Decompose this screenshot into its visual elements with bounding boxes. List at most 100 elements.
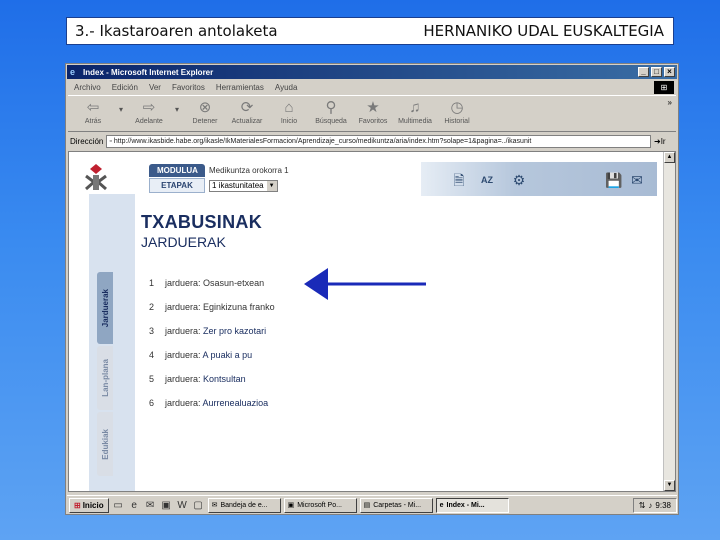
slide-title-bar: 3.- Ikastaroaren antolaketa HERNANIKO UD…: [66, 17, 674, 45]
favorites-icon: ★: [366, 99, 380, 116]
home-icon: ⌂: [284, 99, 294, 116]
stage-selector: ETAPAK 1 ikastunitatea ▼: [149, 178, 278, 193]
task-powerpoint[interactable]: ▣ Microsoft Po...: [283, 497, 357, 513]
home-button[interactable]: ⌂ Inicio: [268, 96, 310, 125]
header-banner: 🗎 AZ ⚙ 💾 ✉: [421, 162, 657, 196]
ie-icon: e: [439, 501, 444, 509]
search-icon: ⚲: [325, 99, 337, 116]
back-button[interactable]: ⇦ Atrás: [72, 96, 114, 125]
back-dropdown-icon[interactable]: ▾: [114, 96, 128, 114]
refresh-button[interactable]: ⟳ Actualizar: [226, 96, 268, 125]
address-label: Dirección: [70, 136, 104, 146]
word-icon[interactable]: W: [176, 499, 189, 512]
task-folders[interactable]: ▤ Carpetas - Mi...: [359, 497, 433, 513]
menu-ayuda[interactable]: Ayuda: [275, 83, 298, 92]
menu-ver[interactable]: Ver: [149, 83, 161, 92]
go-button[interactable]: ➜Ir: [654, 137, 676, 146]
search-button[interactable]: ⚲ Búsqueda: [310, 96, 352, 125]
window-title: Index - Microsoft Internet Explorer: [83, 67, 214, 77]
tab-jarduerak[interactable]: Jarduerak: [97, 272, 113, 344]
module-selector: MODULUA Medikuntza orokorra 1: [149, 164, 289, 177]
close-button[interactable]: ×: [664, 67, 675, 77]
menu-favoritos[interactable]: Favoritos: [172, 83, 205, 92]
menu-edicion[interactable]: Edición: [112, 83, 138, 92]
menu-herramientas[interactable]: Herramientas: [216, 83, 264, 92]
stage-label: ETAPAK: [149, 178, 205, 193]
stop-icon: ⊗: [198, 99, 212, 116]
activity-link[interactable]: Aurrenealuazioa: [203, 398, 269, 408]
list-item[interactable]: 5 jarduera: Kontsultan: [149, 374, 349, 384]
history-icon: ◷: [450, 99, 464, 116]
stage-dropdown[interactable]: 1 ikastunitatea ▼: [209, 179, 278, 192]
task-outlook[interactable]: ✉ Bandeja de e...: [207, 497, 281, 513]
windows-taskbar: ⊞ Inicio ▭ e ✉ ▣ W ▢ ✉ Bandeja de e... ▣…: [67, 495, 677, 514]
page-icon: ▫: [109, 137, 112, 145]
start-button[interactable]: ⊞ Inicio: [69, 497, 109, 513]
refresh-icon: ⟳: [240, 99, 254, 116]
list-item[interactable]: 3 jarduera: Zer pro kazotari: [149, 326, 349, 336]
address-value: http://www.ikasbide.habe.org/ikasle/IkMa…: [113, 137, 532, 145]
scroll-down-icon[interactable]: ▼: [664, 480, 675, 491]
clock: 9:38: [655, 500, 671, 510]
stop-button[interactable]: ⊗ Detener: [184, 96, 226, 125]
outlook-icon[interactable]: ✉: [144, 499, 157, 512]
list-item[interactable]: 6 jarduera: Aurrenealuazioa: [149, 398, 349, 408]
stage-value: 1 ikastunitatea: [212, 181, 264, 190]
maximize-button[interactable]: □: [651, 67, 662, 77]
system-tray: ⇅ ♪ 9:38: [632, 497, 677, 513]
address-input[interactable]: ▫ http://www.ikasbide.habe.org/ikasle/Ik…: [106, 134, 651, 148]
activity-name: Eginkizuna franko: [203, 302, 275, 312]
activity-name: Osasun-etxean: [203, 278, 265, 288]
activity-link[interactable]: Kontsultan: [203, 374, 246, 384]
powerpoint-icon: ▣: [287, 502, 295, 509]
forward-button[interactable]: ⇨ Adelante: [128, 96, 170, 125]
document-icon[interactable]: 🗎: [451, 172, 467, 188]
windows-flag-icon: ⊞: [654, 81, 674, 94]
save-disk-icon[interactable]: 💾: [605, 172, 622, 188]
network-icon[interactable]: ⇅: [639, 501, 646, 510]
page-title: TXABUSINAK: [141, 212, 263, 232]
window-titlebar: e Index - Microsoft Internet Explorer _ …: [67, 65, 677, 79]
back-arrow-icon: ⇦: [86, 99, 100, 116]
address-bar: Dirección ▫ http://www.ikasbide.habe.org…: [68, 133, 676, 149]
slide-organization: HERNANIKO UDAL EUSKALTEGIA: [423, 22, 664, 40]
tab-lan-plana[interactable]: Lan-plana: [97, 346, 113, 410]
slide-title: 3.- Ikastaroaren antolaketa: [75, 22, 278, 40]
chevron-down-icon[interactable]: ▼: [266, 180, 277, 191]
module-label: MODULUA: [149, 164, 205, 177]
windows-logo-icon: ⊞: [74, 500, 81, 510]
inbox-icon: ✉: [211, 502, 218, 509]
task-index[interactable]: e Index - Mi...: [435, 497, 509, 513]
forward-dropdown-icon[interactable]: ▾: [170, 96, 184, 114]
tools-icon[interactable]: ⚙: [511, 172, 527, 188]
section-title: JARDUERAK: [141, 234, 226, 250]
forward-arrow-icon: ⇨: [142, 99, 156, 116]
ie-quicklaunch-icon[interactable]: e: [128, 499, 141, 512]
tab-edukiak[interactable]: Edukiak: [97, 412, 113, 476]
toolbar-overflow-icon[interactable]: »: [668, 98, 672, 107]
minimize-button[interactable]: _: [638, 67, 649, 77]
pointer-arrow-icon: [304, 268, 426, 300]
desktop-icon[interactable]: ▭: [112, 499, 125, 512]
dictionary-icon[interactable]: AZ: [479, 172, 495, 188]
media-icon: ♫: [409, 99, 421, 116]
browser-toolbar: ⇦ Atrás ▾ ⇨ Adelante ▾ ⊗ Detener ⟳ Actua…: [68, 95, 676, 132]
menu-archivo[interactable]: Archivo: [74, 83, 101, 92]
mail-icon[interactable]: ✉: [629, 172, 645, 188]
window-icon[interactable]: ▢: [192, 499, 205, 512]
module-value: Medikuntza orokorra 1: [209, 166, 289, 175]
media-button[interactable]: ♫ Multimedia: [394, 96, 436, 125]
activity-link[interactable]: Zer pro kazotari: [203, 326, 266, 336]
internet-explorer-icon: e: [70, 67, 76, 77]
menu-bar: Archivo Edición Ver Favoritos Herramient…: [68, 81, 676, 94]
list-item[interactable]: 4 jarduera: A puaki a pu: [149, 350, 349, 360]
favorites-button[interactable]: ★ Favoritos: [352, 96, 394, 125]
folder-icon: ▤: [363, 502, 371, 509]
page-content: Jarduerak Lan-plana Edukiak MODULUA Medi…: [68, 151, 676, 492]
history-button[interactable]: ◷ Historial: [436, 96, 478, 125]
activity-link[interactable]: A puaki a pu: [203, 350, 253, 360]
scroll-up-icon[interactable]: ▲: [664, 152, 675, 163]
vertical-scrollbar[interactable]: ▲ ▼: [663, 152, 675, 491]
volume-icon[interactable]: ♪: [648, 501, 652, 510]
powerpoint-icon[interactable]: ▣: [160, 499, 173, 512]
